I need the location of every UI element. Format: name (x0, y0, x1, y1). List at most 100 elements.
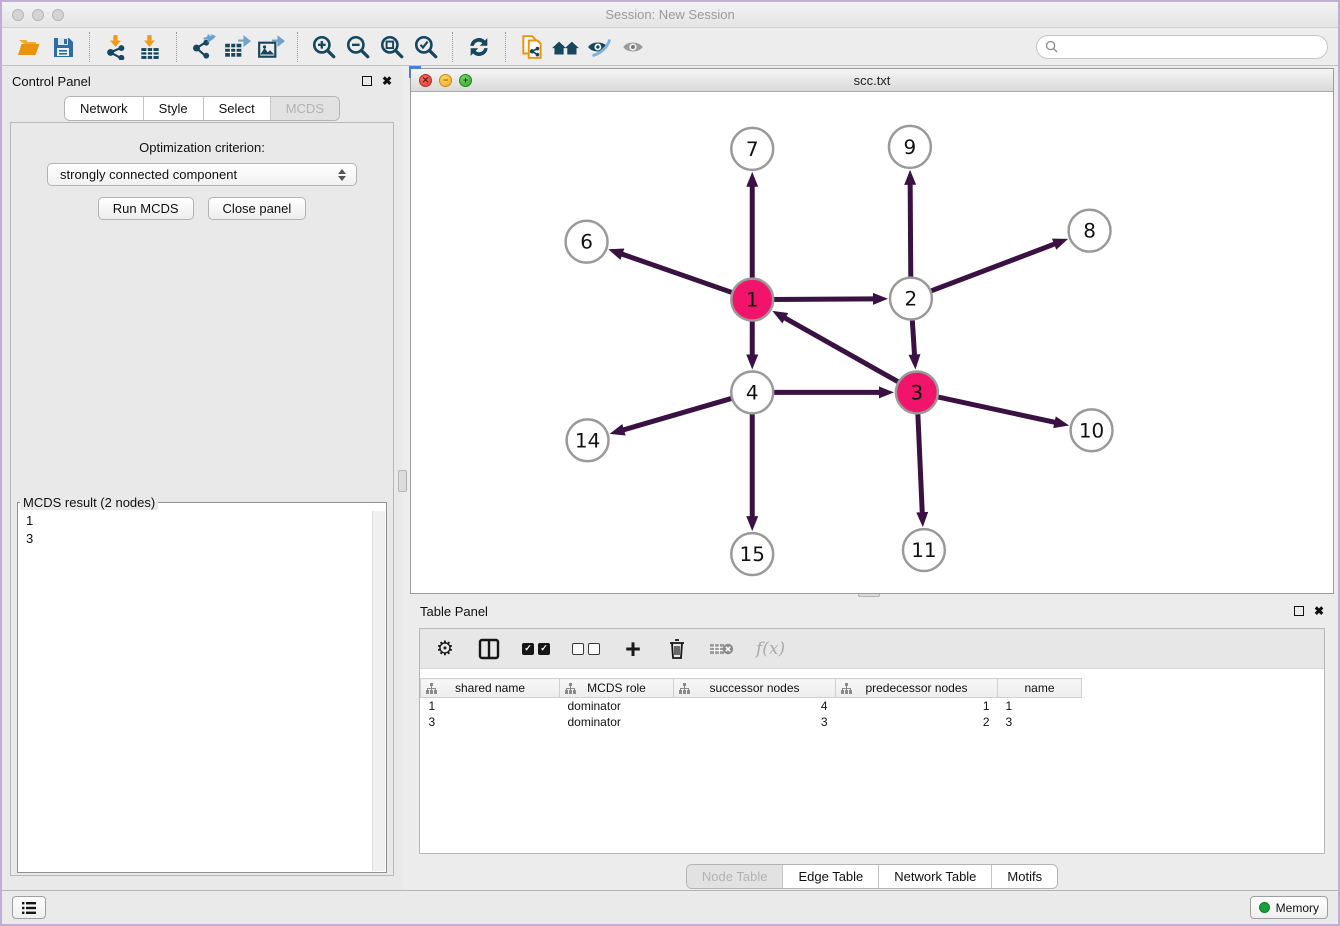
graph-node-6[interactable]: 6 (566, 221, 608, 263)
graph-node-3[interactable]: 3 (896, 371, 938, 413)
zoom-in-icon[interactable] (307, 32, 341, 62)
control-panel: Control Panel ✖ NetworkStyleSelectMCDS O… (2, 66, 402, 890)
table-cell[interactable]: dominator (560, 698, 674, 714)
zoom-fit-icon[interactable] (375, 32, 409, 62)
tab-mcds[interactable]: MCDS (271, 97, 339, 120)
zoom-selected-icon[interactable] (409, 32, 443, 62)
run-mcds-button[interactable]: Run MCDS (98, 197, 194, 220)
graph-edge-2-9[interactable] (910, 184, 911, 280)
table-cell[interactable]: 2 (836, 714, 998, 730)
table-cell[interactable]: 1 (998, 698, 1082, 714)
memory-status-icon (1259, 902, 1270, 913)
search-input[interactable] (1063, 40, 1319, 54)
zoom-out-icon[interactable] (341, 32, 375, 62)
close-panel-button[interactable]: Close panel (208, 197, 307, 220)
gear-icon[interactable]: ⚙ (434, 637, 456, 661)
export-network-icon[interactable] (186, 32, 220, 62)
graph-node-9[interactable]: 9 (889, 126, 931, 168)
table-row[interactable]: 3dominator323 (421, 714, 1082, 730)
graph-node-label: 15 (740, 542, 765, 566)
graph-edge-2-8[interactable] (929, 244, 1055, 292)
hide-selected-icon[interactable] (583, 32, 617, 62)
float-panel-icon[interactable] (1294, 606, 1304, 616)
columns-icon[interactable] (478, 637, 500, 661)
graph-node-15[interactable]: 15 (731, 533, 773, 575)
table-cell[interactable]: 1 (421, 698, 560, 714)
column-header-shared-name[interactable]: shared name (421, 679, 560, 698)
table-row[interactable]: 1dominator411 (421, 698, 1082, 714)
import-table-icon[interactable] (133, 32, 167, 62)
column-header-name[interactable]: name (998, 679, 1082, 698)
network-canvas[interactable]: 7 9 6 8 1 2 4 3 14 10 15 11 (411, 92, 1333, 593)
mcds-result-text[interactable]: 13 (20, 512, 384, 870)
graph-edge-1-6[interactable] (621, 254, 734, 293)
tab-node-table[interactable]: Node Table (687, 865, 784, 888)
import-network-icon[interactable] (99, 32, 133, 62)
graph-node-1[interactable]: 1 (731, 279, 773, 321)
table-cell[interactable]: 3 (421, 714, 560, 730)
deselect-all-icon[interactable] (572, 637, 600, 661)
memory-button[interactable]: Memory (1250, 896, 1328, 919)
table-cell[interactable]: 1 (836, 698, 998, 714)
tab-motifs[interactable]: Motifs (992, 865, 1057, 888)
open-session-icon[interactable] (12, 32, 46, 62)
table-cell[interactable]: 3 (998, 714, 1082, 730)
refresh-icon[interactable] (462, 32, 496, 62)
graph-edge-3-10[interactable] (935, 396, 1055, 422)
optimization-criterion-select[interactable]: strongly connected component (47, 163, 357, 186)
table-cell[interactable]: 4 (674, 698, 836, 714)
tab-select[interactable]: Select (204, 97, 271, 120)
network-window-titlebar[interactable]: scc.txt ✕ − + (411, 69, 1333, 92)
export-table-icon[interactable] (220, 32, 254, 62)
vertical-splitter-handle[interactable] (398, 470, 407, 492)
network-graph[interactable]: 7 9 6 8 1 2 4 3 14 10 15 11 (411, 92, 1333, 593)
search-field[interactable] (1036, 35, 1328, 59)
close-panel-icon[interactable]: ✖ (1314, 606, 1324, 616)
column-header-MCDS-role[interactable]: MCDS role (560, 679, 674, 698)
graph-edge-3-1[interactable] (784, 318, 900, 383)
table-cell[interactable]: 3 (674, 714, 836, 730)
graph-node-4[interactable]: 4 (731, 371, 773, 413)
delete-icon[interactable] (666, 637, 688, 661)
tab-edge-table[interactable]: Edge Table (783, 865, 879, 888)
save-session-icon[interactable] (46, 32, 80, 62)
column-header-predecessor-nodes[interactable]: predecessor nodes (836, 679, 998, 698)
toolbar-separator (297, 32, 298, 62)
table-panel: Table Panel ✖ ⚙ ✓✓ + f(x) shared nameMCD… (410, 598, 1334, 888)
duplicate-network-icon[interactable] (515, 32, 549, 62)
first-neighbors-icon[interactable] (549, 32, 583, 62)
graph-node-10[interactable]: 10 (1071, 409, 1113, 451)
tab-network-table[interactable]: Network Table (879, 865, 992, 888)
add-icon[interactable]: + (622, 637, 644, 661)
minimize-network-icon[interactable]: − (439, 74, 452, 87)
float-panel-icon[interactable] (362, 76, 372, 86)
graph-edge-1-2[interactable] (771, 299, 874, 300)
close-panel-icon[interactable]: ✖ (382, 76, 392, 86)
mcds-panel: Optimization criterion: strongly connect… (10, 122, 394, 876)
close-network-icon[interactable]: ✕ (419, 74, 432, 87)
tab-network[interactable]: Network (65, 97, 144, 120)
graph-edge-4-14[interactable] (623, 398, 734, 430)
graph-node-label: 3 (911, 380, 924, 404)
graph-node-7[interactable]: 7 (731, 128, 773, 170)
select-all-icon[interactable]: ✓✓ (522, 637, 550, 661)
maximize-network-icon[interactable]: + (459, 74, 472, 87)
graph-edge-3-11[interactable] (918, 411, 923, 513)
graph-node-8[interactable]: 8 (1069, 210, 1111, 252)
graph-node-11[interactable]: 11 (903, 529, 945, 571)
task-history-button[interactable] (12, 896, 46, 919)
network-window-title: scc.txt (411, 73, 1333, 88)
column-header-successor-nodes[interactable]: successor nodes (674, 679, 836, 698)
table-cell[interactable]: dominator (560, 714, 674, 730)
node-table-container: ⚙ ✓✓ + f(x) shared nameMCDS rolesuccesso… (419, 628, 1325, 854)
delete-table-icon (710, 637, 734, 661)
graph-edge-2-3[interactable] (912, 318, 914, 356)
export-image-icon[interactable] (254, 32, 288, 62)
graph-node-2[interactable]: 2 (890, 278, 932, 320)
window-title: Session: New Session (2, 7, 1338, 22)
graph-node-14[interactable]: 14 (567, 419, 609, 461)
graph-node-label: 4 (746, 380, 759, 404)
tab-style[interactable]: Style (144, 97, 204, 120)
show-all-icon (617, 32, 651, 62)
scrollbar[interactable] (372, 511, 385, 871)
